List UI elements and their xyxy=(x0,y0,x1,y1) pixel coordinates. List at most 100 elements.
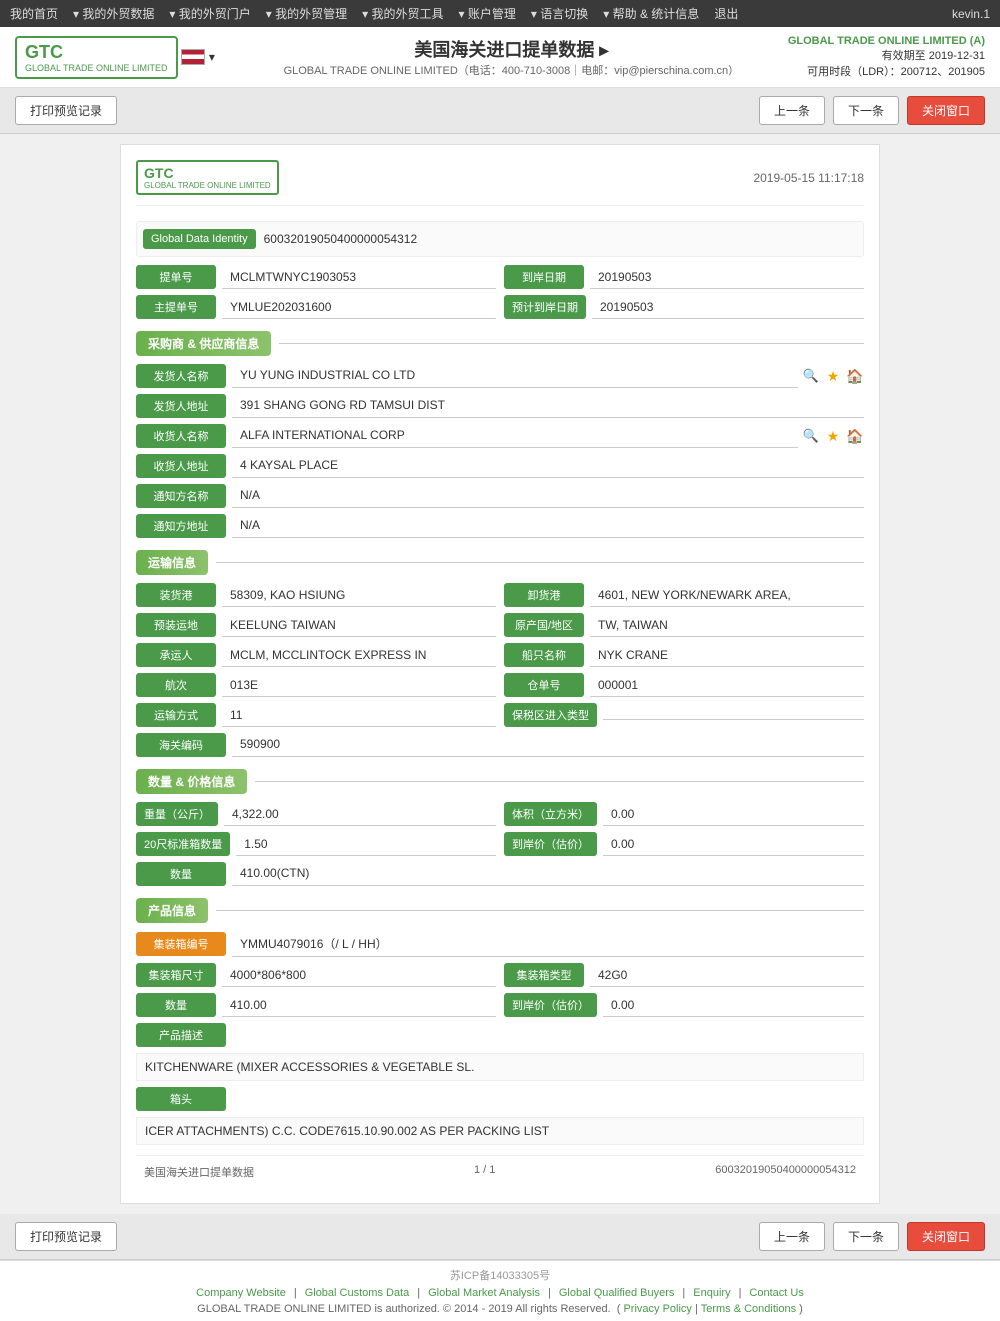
weight-volume-row: 重量（公斤） 4,322.00 体积（立方米） 0.00 xyxy=(136,802,864,826)
logo-box: GTC GLOBAL TRADE ONLINE LIMITED xyxy=(15,36,178,79)
nav-trade-data[interactable]: ▾ 我的外贸数据 xyxy=(73,5,154,22)
notify-address-label: 通知方地址 xyxy=(136,514,226,538)
card-logo: GTC GLOBAL TRADE ONLINE LIMITED xyxy=(136,160,279,195)
nav-tools[interactable]: ▾ 我的外贸工具 xyxy=(362,5,443,22)
consignee-search-icon[interactable]: 🔍 xyxy=(802,427,820,445)
shipper-home-icon[interactable]: 🏠 xyxy=(846,367,864,385)
arrival-date-label: 到岸日期 xyxy=(504,265,584,289)
container-count-value: 1.50 xyxy=(236,833,496,856)
estimated-arrival-label: 预计到岸日期 xyxy=(504,295,586,319)
document-card: GTC GLOBAL TRADE ONLINE LIMITED 2019-05-… xyxy=(120,144,880,1204)
footer-link-market[interactable]: Global Market Analysis xyxy=(428,1287,540,1299)
nav-help[interactable]: ▾ 帮助 & 统计信息 xyxy=(603,5,699,22)
loading-port-value: 58309, KAO HSIUNG xyxy=(222,584,496,607)
logo-sub: GLOBAL TRADE ONLINE LIMITED xyxy=(25,63,168,73)
voyage-label: 航次 xyxy=(136,673,216,697)
transport-mode-field: 运输方式 11 xyxy=(136,703,496,727)
icp-number: 苏ICP备14033305号 xyxy=(10,1267,990,1283)
quantity-section-line xyxy=(255,781,864,782)
shipper-star-icon[interactable]: ★ xyxy=(824,367,842,385)
footer-link-enquiry[interactable]: Enquiry xyxy=(693,1287,730,1299)
ldr-info: 可用时段（LDR）：200712、201905 xyxy=(788,63,985,79)
consignee-address-field: 收货人地址 4 KAYSAL PLACE xyxy=(136,454,864,478)
nav-logout[interactable]: 退出 xyxy=(714,5,738,22)
action-bar-left: 打印预览记录 xyxy=(15,96,117,125)
card-logo-sub: GLOBAL TRADE ONLINE LIMITED xyxy=(144,181,271,190)
master-bill-value: YMLUE202031600 xyxy=(222,296,496,319)
footer-link-contact[interactable]: Contact Us xyxy=(749,1287,803,1299)
carrier-vessel-row: 承运人 MCLM, MCCLINTOCK EXPRESS IN 船只名称 NYK… xyxy=(136,643,864,667)
footer-link-company[interactable]: Company Website xyxy=(196,1287,286,1299)
us-flag-icon xyxy=(181,49,205,65)
master-bill-label: 主提单号 xyxy=(136,295,216,319)
close-button-bottom[interactable]: 关闭窗口 xyxy=(907,1222,985,1251)
language-flag[interactable]: ▾ xyxy=(181,49,215,65)
estimated-arrival-field: 预计到岸日期 20190503 xyxy=(504,295,864,319)
ftz-value xyxy=(603,711,864,720)
action-bar-top: 打印预览记录 上一条 下一条 关闭窗口 xyxy=(0,88,1000,134)
container-no-value: YMMU4079016（/ L / HH） xyxy=(232,931,864,957)
logo-text: GTC xyxy=(25,42,63,62)
discharge-port-field: 卸货港 4601, NEW YORK/NEWARK AREA, xyxy=(504,583,864,607)
print-button-top[interactable]: 打印预览记录 xyxy=(15,96,117,125)
arrival-price-value: 0.00 xyxy=(603,833,864,856)
consignee-home-icon[interactable]: 🏠 xyxy=(846,427,864,445)
customs-code-label: 海关编码 xyxy=(136,733,226,757)
nav-language[interactable]: ▾ 语言切换 xyxy=(531,5,588,22)
container-type-value: 42G0 xyxy=(590,964,864,987)
weight-label: 重量（公斤） xyxy=(136,802,218,826)
next-button-bottom[interactable]: 下一条 xyxy=(833,1222,899,1251)
supplier-section-title: 采购商 & 供应商信息 xyxy=(136,331,271,356)
shipper-search-icon[interactable]: 🔍 xyxy=(802,367,820,385)
preloading-value: KEELUNG TAIWAN xyxy=(222,614,496,637)
product-qty-field: 数量 410.00 xyxy=(136,993,496,1017)
nav-portal[interactable]: ▾ 我的外贸门户 xyxy=(169,5,250,22)
header-subtitle: GLOBAL TRADE ONLINE LIMITED（电话：400-710-3… xyxy=(235,62,788,78)
document-footer: 美国海关进口提单数据 1 / 1 60032019050400000054312 xyxy=(136,1155,864,1188)
document-datetime: 2019-05-15 11:17:18 xyxy=(753,171,864,185)
footer-link-customs[interactable]: Global Customs Data xyxy=(305,1287,410,1299)
shipper-name-label: 发货人名称 xyxy=(136,364,226,388)
footer-terms-link[interactable]: Terms & Conditions xyxy=(701,1303,796,1315)
product-section-header: 产品信息 xyxy=(136,898,864,923)
product-price-field: 到岸价（估价） 0.00 xyxy=(504,993,864,1017)
head-label-header: 箱头 xyxy=(136,1087,864,1111)
notify-name-field: 通知方名称 N/A xyxy=(136,484,864,508)
loading-port-field: 装货港 58309, KAO HSIUNG xyxy=(136,583,496,607)
preload-origin-row: 预装运地 KEELUNG TAIWAN 原产国/地区 TW, TAIWAN xyxy=(136,613,864,637)
action-bar-bottom-left: 打印预览记录 xyxy=(15,1222,117,1251)
page-title: 美国海关进口提单数据 ▸ xyxy=(235,36,788,62)
container-no-field: 集装箱编号 YMMU4079016（/ L / HH） xyxy=(136,931,864,957)
shipper-icons: 🔍 ★ 🏠 xyxy=(802,367,864,385)
nav-account[interactable]: ▾ 账户管理 xyxy=(459,5,516,22)
ftz-label: 保税区进入类型 xyxy=(504,703,597,727)
prev-button-bottom[interactable]: 上一条 xyxy=(759,1222,825,1251)
card-header: GTC GLOBAL TRADE ONLINE LIMITED 2019-05-… xyxy=(136,160,864,206)
footer-title: 美国海关进口提单数据 xyxy=(144,1164,254,1180)
volume-value: 0.00 xyxy=(603,803,864,826)
weight-field: 重量（公斤） 4,322.00 xyxy=(136,802,496,826)
close-button-top[interactable]: 关闭窗口 xyxy=(907,96,985,125)
nav-management[interactable]: ▾ 我的外贸管理 xyxy=(266,5,347,22)
carrier-field: 承运人 MCLM, MCCLINTOCK EXPRESS IN xyxy=(136,643,496,667)
shipper-name-value: YU YUNG INDUSTRIAL CO LTD xyxy=(232,364,798,388)
preloading-field: 预装运地 KEELUNG TAIWAN xyxy=(136,613,496,637)
footer-privacy-link[interactable]: Privacy Policy xyxy=(623,1303,691,1315)
warehouse-no-field: 仓单号 000001 xyxy=(504,673,864,697)
transport-mode-value: 11 xyxy=(222,704,496,727)
consignee-icons: 🔍 ★ 🏠 xyxy=(802,427,864,445)
next-button-top[interactable]: 下一条 xyxy=(833,96,899,125)
gdi-value: 60032019050400000054312 xyxy=(256,228,426,250)
footer-link-buyers[interactable]: Global Qualified Buyers xyxy=(559,1287,675,1299)
arrival-price-label: 到岸价（估价） xyxy=(504,832,597,856)
head-label: 箱头 xyxy=(136,1087,226,1111)
print-button-bottom[interactable]: 打印预览记录 xyxy=(15,1222,117,1251)
container-type-field: 集装箱类型 42G0 xyxy=(504,963,864,987)
quantity-value: 410.00(CTN) xyxy=(232,862,864,886)
quantity-field: 数量 410.00(CTN) xyxy=(136,862,864,886)
volume-field: 体积（立方米） 0.00 xyxy=(504,802,864,826)
consignee-star-icon[interactable]: ★ xyxy=(824,427,842,445)
footer-info: 美国海关进口提单数据 1 / 1 60032019050400000054312 xyxy=(144,1164,856,1180)
prev-button-top[interactable]: 上一条 xyxy=(759,96,825,125)
nav-home[interactable]: 我的首页 xyxy=(10,5,58,22)
